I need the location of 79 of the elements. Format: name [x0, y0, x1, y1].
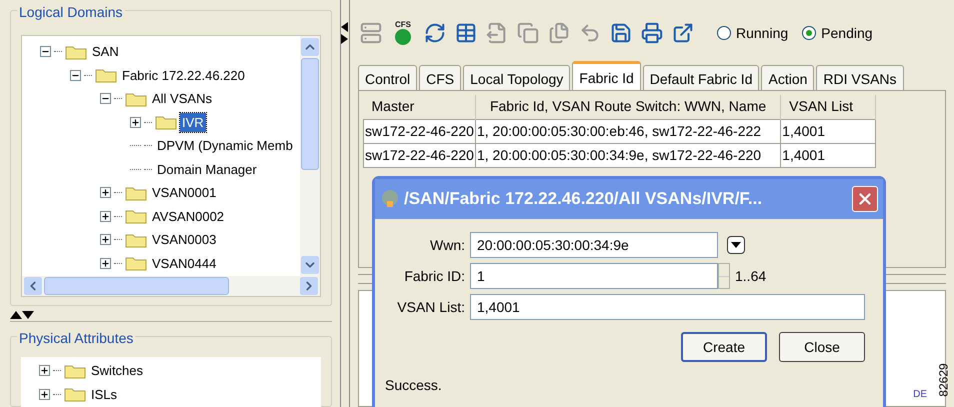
field-label: Wwn:: [429, 236, 465, 254]
diagram-label: DE: [913, 388, 927, 402]
expand-toggle[interactable]: [100, 187, 111, 198]
splitter-arrows-icon[interactable]: [10, 311, 34, 319]
collapse-toggle[interactable]: [100, 93, 111, 104]
caret-icon: [731, 242, 741, 248]
tab[interactable]: Local Topology: [463, 65, 570, 90]
dropdown-button[interactable]: [727, 236, 745, 254]
save-icon[interactable]: [610, 22, 632, 44]
table-cell: sw172-22-46-220: [364, 119, 476, 143]
plus-icon: [101, 188, 110, 198]
expand-toggle[interactable]: [130, 116, 141, 128]
radio-button[interactable]: Pending: [802, 22, 873, 44]
field-label: Fabric ID:: [403, 266, 465, 286]
tab[interactable]: Fabric Id: [572, 61, 641, 90]
tree-item[interactable]: ISLs: [89, 384, 120, 404]
dialog-title: /SAN/Fabric 172.22.46.220/All VSANs/IVR/F...: [404, 188, 764, 210]
plus-icon: [131, 118, 140, 127]
folder-icon: [64, 386, 86, 402]
table-cell: 1, 20:00:00:05:30:00:34:9e, sw172-22-46-220: [475, 143, 781, 167]
folder-icon: [125, 208, 147, 224]
fabric-id-field[interactable]: 1: [470, 263, 718, 289]
tree-item[interactable]: Switches: [89, 361, 146, 380]
tree-item[interactable]: VSAN0001: [150, 183, 218, 202]
tree-item[interactable]: SAN: [90, 42, 121, 62]
expand-toggle[interactable]: [100, 210, 111, 222]
vertical-scrollbar[interactable]: [300, 36, 320, 276]
refresh-icon[interactable]: [424, 22, 446, 44]
dialog-button[interactable]: Close: [779, 332, 865, 362]
collapse-toggle[interactable]: [70, 70, 81, 81]
folder-icon: [125, 90, 147, 107]
folder-icon: [125, 255, 147, 272]
table-cell: 1,4001: [780, 143, 876, 167]
tree-item[interactable]: AVSAN0002: [150, 206, 226, 226]
range-label: 1..64: [735, 266, 766, 286]
plus-icon: [40, 366, 49, 376]
collapse-toggle[interactable]: [40, 46, 51, 58]
folder-icon: [65, 44, 87, 60]
plus-icon: [101, 212, 110, 221]
splitter-arrows-icon[interactable]: [341, 22, 348, 44]
dialog-button[interactable]: Create: [681, 332, 767, 362]
expand-toggle[interactable]: [39, 388, 50, 400]
field-label: VSAN List:: [396, 298, 465, 316]
cfs-button[interactable]: CFS: [391, 20, 415, 46]
expand-toggle[interactable]: [100, 234, 111, 246]
app-icon: [380, 189, 400, 209]
radio-button[interactable]: Running: [717, 22, 788, 44]
tab[interactable]: Control: [358, 65, 418, 90]
folder-icon: [64, 362, 86, 379]
close-button[interactable]: [852, 186, 878, 212]
wwn-field[interactable]: 20:00:00:05:30:00:34:9e: [470, 232, 718, 258]
tab[interactable]: RDI VSANs: [816, 65, 904, 90]
vsan-list-field[interactable]: 1,4001: [470, 294, 865, 320]
tab[interactable]: Default Fabric Id: [642, 65, 760, 90]
expand-toggle[interactable]: [100, 258, 111, 269]
tree-item[interactable]: IVR: [180, 112, 206, 132]
print-icon[interactable]: [641, 22, 663, 44]
folder-icon: [125, 232, 147, 248]
tree-item[interactable]: VSAN0444: [150, 254, 218, 273]
plus-icon: [101, 258, 110, 268]
folder-icon: [125, 184, 147, 201]
figure-number: 82629: [935, 363, 952, 397]
plus-icon: [40, 390, 49, 399]
folder-icon: [95, 67, 117, 84]
tree-item[interactable]: Fabric 172.22.46.220: [120, 66, 247, 85]
tab[interactable]: Action: [761, 65, 814, 90]
status-message: Success.: [385, 376, 443, 395]
tree-item[interactable]: All VSANs: [150, 89, 214, 108]
folder-icon: [155, 114, 177, 130]
tree-item[interactable]: Domain Manager: [155, 160, 259, 179]
expand-toggle[interactable]: [39, 365, 50, 376]
tree-item[interactable]: DPVM (Dynamic Memb: [155, 136, 295, 156]
plus-icon: [101, 235, 110, 244]
table-cell: 1, 20:00:00:05:30:00:eb:46, sw172-22-46-222: [475, 119, 781, 143]
horizontal-scrollbar[interactable]: [22, 276, 320, 296]
table-cell: sw172-22-46-220: [364, 143, 476, 167]
table-cell: 1,4001: [780, 119, 876, 143]
tree-item[interactable]: VSAN0003: [150, 230, 218, 250]
tab[interactable]: CFS: [419, 65, 462, 90]
